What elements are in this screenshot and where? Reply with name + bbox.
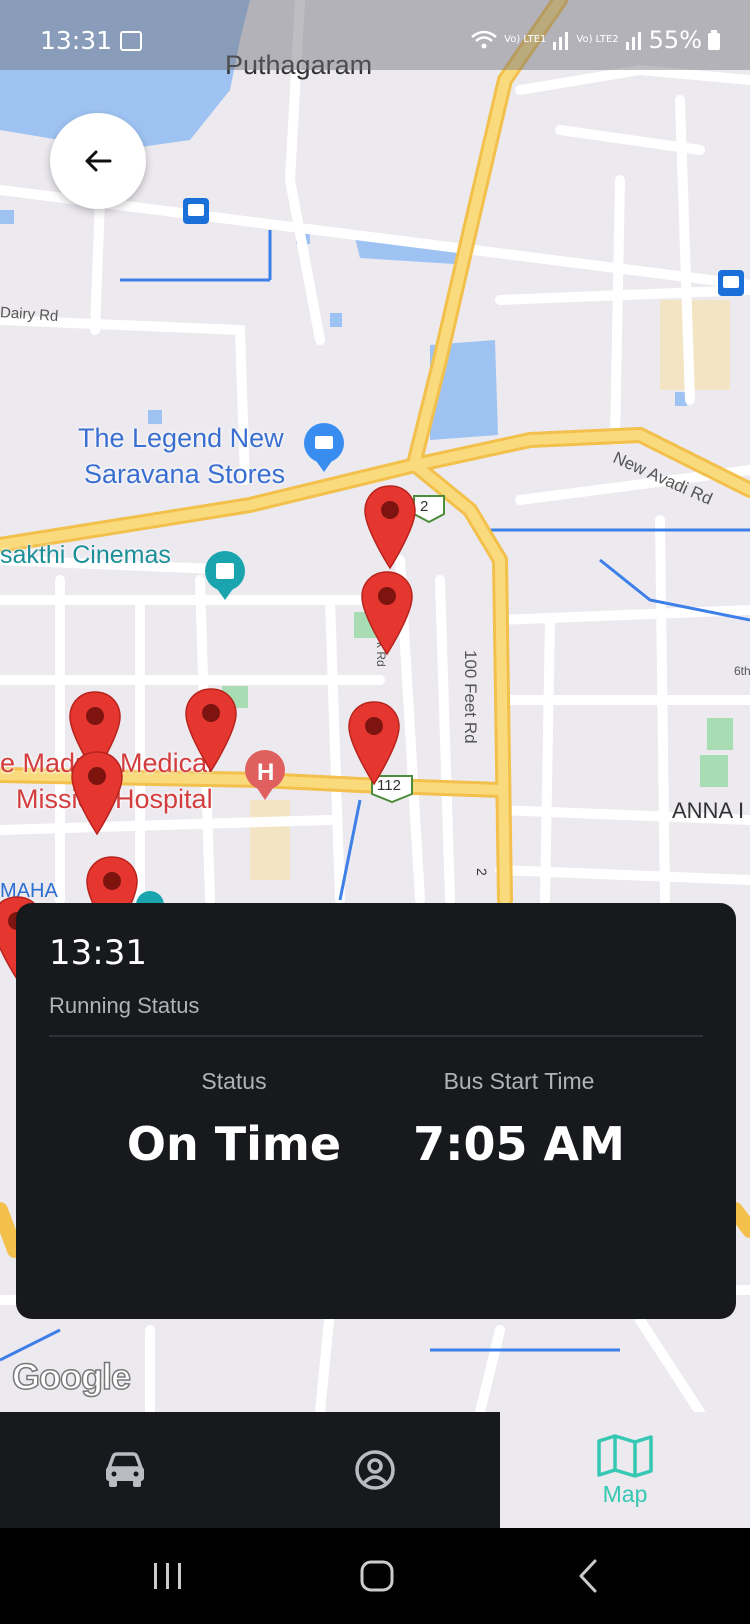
location-pin-icon[interactable] [363, 484, 417, 570]
recent-apps-icon [154, 1563, 181, 1589]
card-divider [49, 1035, 703, 1037]
home-button[interactable] [327, 1528, 427, 1624]
nav-label-map: Map [602, 1480, 648, 1507]
back-button[interactable] [50, 113, 146, 209]
map-label-anna: ANNA I [672, 798, 745, 823]
google-attribution: Google [11, 1355, 132, 1398]
running-status-card: 13:31 Running Status Status On Time Bus … [16, 903, 736, 1319]
system-back-button[interactable] [538, 1528, 638, 1624]
system-nav-bar [0, 1528, 750, 1624]
start-time-value: 7:05 AM [413, 1117, 625, 1171]
location-pin-icon[interactable] [184, 687, 238, 773]
nav-item-vehicle[interactable] [0, 1412, 250, 1528]
bottom-nav: Map [0, 1412, 750, 1528]
status-indicators: Vo) LTE1 Vo) LTE2 55% [470, 26, 720, 54]
start-time-label: Bus Start Time [443, 1068, 595, 1094]
location-pin-icon[interactable] [70, 750, 124, 836]
map-label-store-line1[interactable]: The Legend New [78, 421, 284, 455]
signal-icon [553, 32, 569, 50]
map-label-6th: 6th [734, 664, 750, 678]
chevron-left-icon [579, 1559, 597, 1593]
car-icon [106, 1452, 144, 1487]
signal-icon [625, 32, 641, 50]
status-label: Status [201, 1068, 267, 1094]
route-shield-2: 2 [420, 498, 429, 515]
card-time: 13:31 [49, 933, 147, 973]
battery-icon [708, 30, 720, 50]
status-time: 13:31 [40, 26, 113, 55]
sim1-label: Vo) LTE1 [504, 34, 547, 45]
sim2-label: Vo) LTE2 [576, 34, 619, 45]
gallery-icon [120, 31, 142, 51]
location-pin-icon[interactable] [347, 700, 401, 786]
route-label-2: 2 [474, 868, 490, 876]
wifi-icon [471, 30, 497, 49]
map-label-cinema[interactable]: sakthi Cinemas [0, 541, 171, 570]
svg-text:H: H [257, 759, 274, 786]
arrow-left-icon [85, 150, 112, 172]
start-time-column: Bus Start Time 7:05 AM [359, 1068, 679, 1171]
location-pin-icon[interactable] [360, 570, 414, 656]
status-column: Status On Time [74, 1068, 394, 1171]
map-icon [597, 1433, 653, 1478]
map-label-100-feet-rd: 100 Feet Rd [461, 650, 480, 744]
status-bar: 13:31 Vo) LTE1 Vo) LTE2 55% [0, 0, 750, 70]
recent-apps-button[interactable] [118, 1528, 218, 1624]
home-icon [360, 1560, 394, 1592]
nav-item-map[interactable]: Map [500, 1412, 750, 1528]
status-value: On Time [126, 1117, 342, 1171]
nav-item-profile[interactable] [250, 1412, 500, 1528]
card-subtitle: Running Status [49, 993, 200, 1018]
map-label-store-line2[interactable]: Saravana Stores [84, 457, 285, 491]
user-circle-icon [355, 1450, 395, 1490]
battery-percentage: 55% [648, 26, 702, 54]
